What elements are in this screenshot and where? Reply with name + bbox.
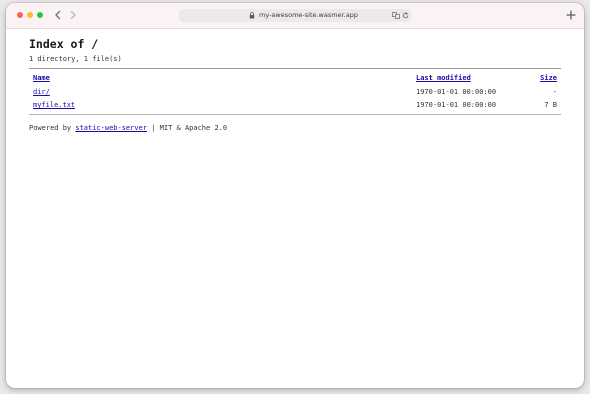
lock-icon — [249, 12, 255, 19]
footer: Powered by static-web-server | MIT & Apa… — [29, 124, 227, 132]
browser-window: my-awesome-site.wasmer.app Index of / 1 … — [6, 3, 584, 388]
sort-by-name-link[interactable]: Name — [33, 74, 50, 82]
footer-server-link[interactable]: static-web-server — [75, 124, 147, 132]
footer-license: | MIT & Apache 2.0 — [147, 124, 228, 132]
entry-link-dir[interactable]: dir/ — [33, 88, 50, 96]
reload-icon[interactable] — [402, 12, 409, 19]
table-top-divider — [29, 68, 561, 69]
listing-summary: 1 directory, 1 file(s) — [29, 55, 122, 63]
zoom-window-button[interactable] — [37, 12, 43, 18]
address-url[interactable]: my-awesome-site.wasmer.app — [259, 9, 358, 22]
minimize-window-button[interactable] — [27, 12, 33, 18]
address-bar[interactable]: my-awesome-site.wasmer.app — [179, 9, 411, 22]
entry-modified: 1970-01-01 00:00:00 — [416, 101, 497, 109]
entry-modified: 1970-01-01 00:00:00 — [416, 88, 497, 96]
sort-by-modified-link[interactable]: Last modified — [416, 74, 471, 82]
page-content: Index of / 1 directory, 1 file(s) Name L… — [6, 29, 584, 388]
footer-prefix: Powered by — [29, 124, 76, 132]
forward-icon[interactable] — [68, 10, 78, 20]
close-window-button[interactable] — [17, 12, 23, 18]
page-title: Index of / — [29, 37, 99, 51]
entry-size: - — [552, 88, 557, 96]
sort-by-size-link[interactable]: Size — [540, 74, 557, 82]
back-icon[interactable] — [53, 10, 63, 20]
translate-icon[interactable] — [392, 12, 400, 19]
table-bottom-divider — [29, 114, 561, 115]
entry-link-file[interactable]: myfile.txt — [33, 101, 75, 109]
browser-toolbar: my-awesome-site.wasmer.app — [6, 3, 584, 29]
entry-size: 7 B — [544, 101, 557, 109]
new-tab-icon[interactable] — [566, 10, 576, 20]
